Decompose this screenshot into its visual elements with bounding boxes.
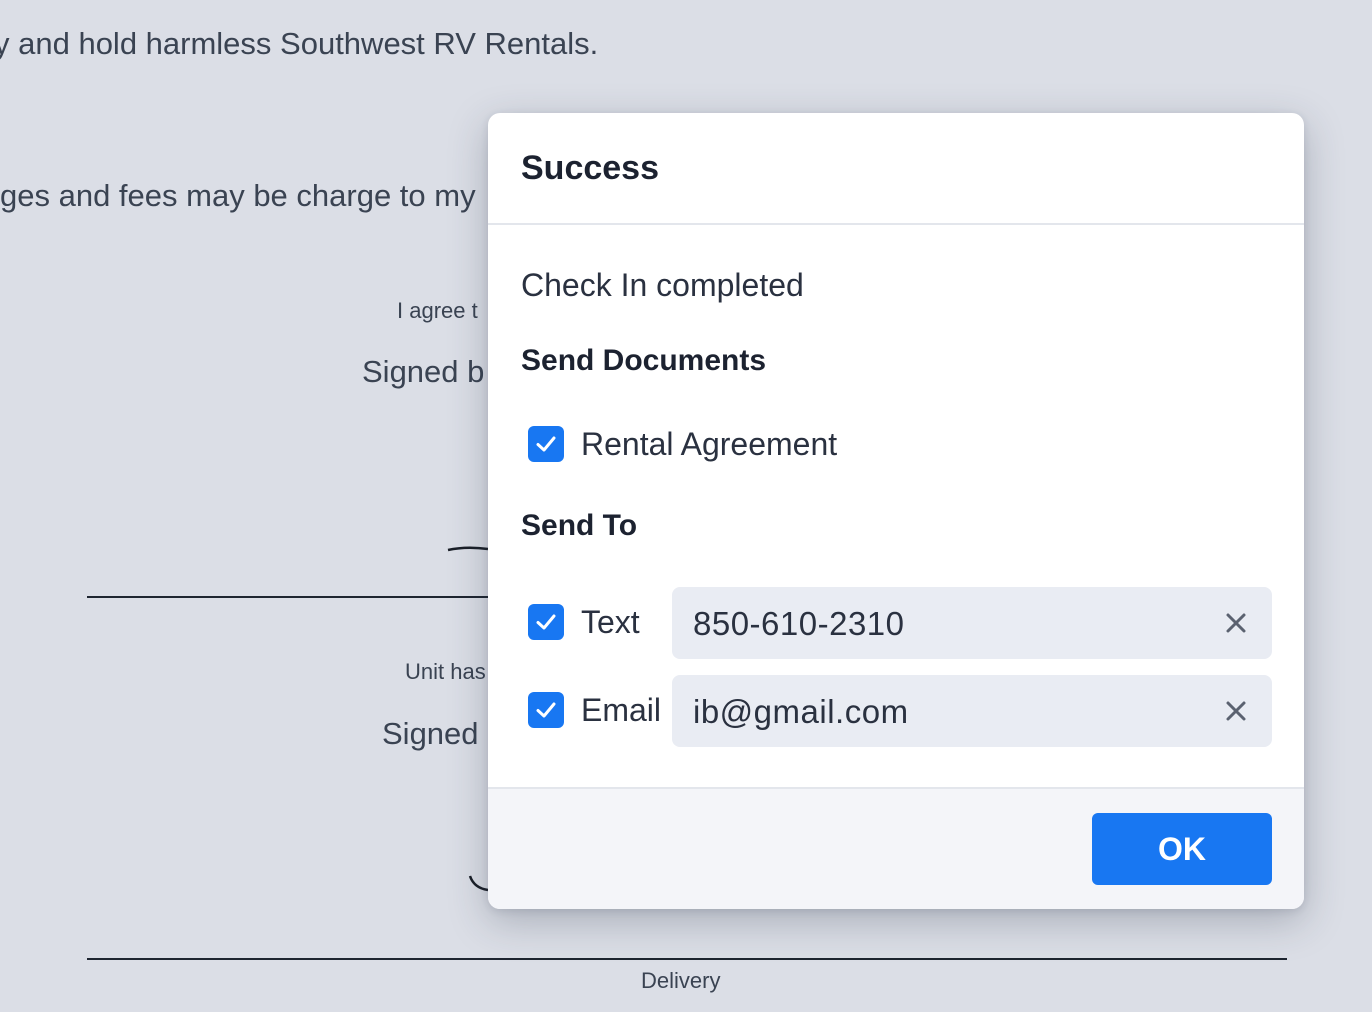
signed-by-label: Signed [382, 716, 479, 751]
status-message: Check In completed [521, 267, 804, 303]
signature-line [87, 958, 1287, 960]
email-checkbox[interactable] [528, 692, 564, 728]
signature-stroke [468, 875, 489, 892]
dialog-body: Check In completed Send Documents Rental… [488, 225, 1304, 787]
send-to-heading: Send To [521, 509, 638, 542]
delivery-caption: Delivery [641, 968, 721, 993]
email-label[interactable]: Email [581, 692, 661, 729]
dialog-header: Success [488, 113, 1304, 225]
agree-caption: I agree t [397, 298, 478, 323]
send-documents-heading: Send Documents [521, 344, 767, 377]
success-dialog: Success Check In completed Send Document… [488, 113, 1304, 909]
text-label[interactable]: Text [581, 604, 640, 641]
email-value: ib@gmail.com [693, 693, 909, 730]
clear-email-button[interactable] [1222, 697, 1250, 725]
text-checkbox[interactable] [528, 604, 564, 640]
dialog-footer: OK [488, 787, 1304, 909]
close-icon [1226, 701, 1246, 721]
ok-button[interactable]: OK [1092, 813, 1272, 885]
close-icon [1226, 613, 1246, 633]
signed-by-label: Signed b [362, 354, 485, 389]
phone-number-field[interactable]: 850-610-2310 [672, 587, 1272, 659]
signature-line [87, 596, 489, 598]
email-field[interactable]: ib@gmail.com [672, 675, 1272, 747]
checkmark-icon [536, 436, 556, 452]
rental-agreement-label[interactable]: Rental Agreement [581, 426, 837, 463]
phone-number-value: 850-610-2310 [693, 605, 905, 642]
agreement-text-line: ges and fees may be charge to my [0, 178, 476, 213]
agreement-text-line: y and hold harmless Southwest RV Rentals… [0, 26, 599, 61]
clear-phone-button[interactable] [1222, 609, 1250, 637]
checkmark-icon [536, 702, 556, 718]
dialog-title: Success [521, 149, 659, 187]
unit-caption: Unit has [405, 659, 486, 684]
checkmark-icon [536, 614, 556, 630]
rental-agreement-checkbox[interactable] [528, 426, 564, 462]
signature-stroke [447, 546, 489, 552]
